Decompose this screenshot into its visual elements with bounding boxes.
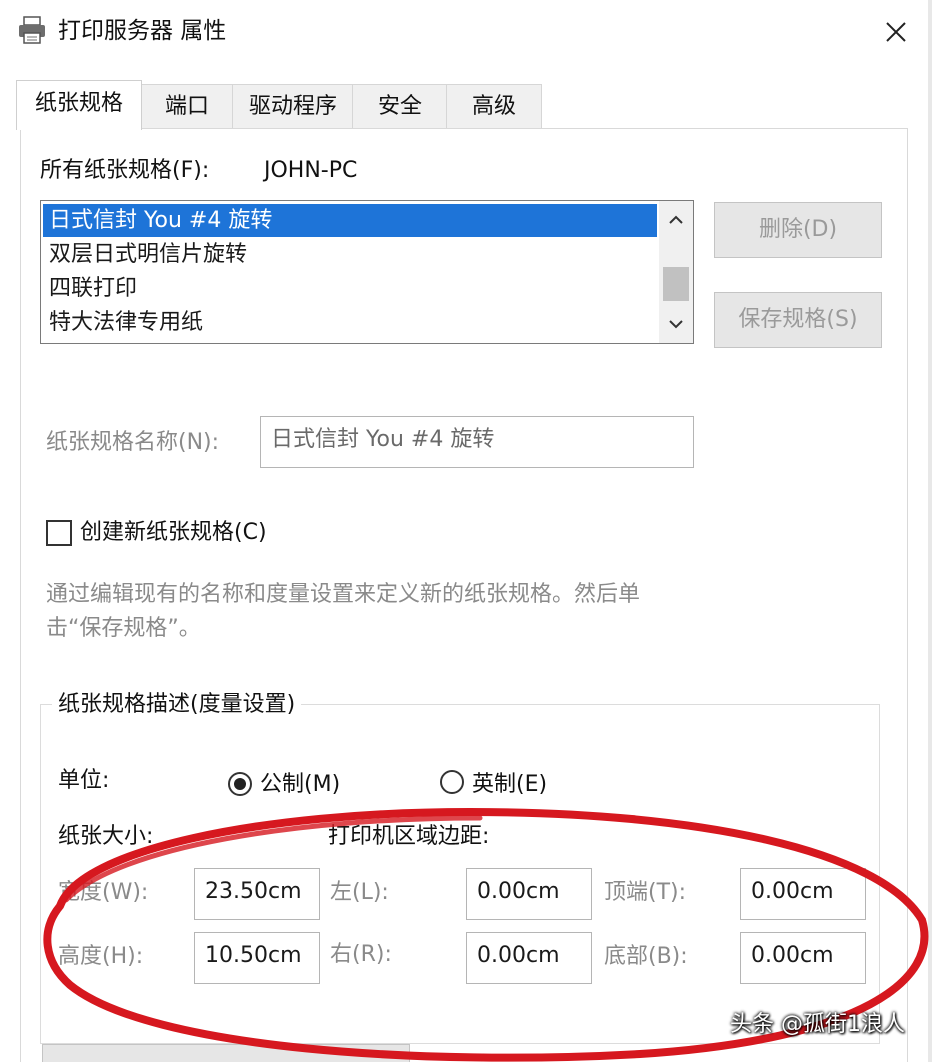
english-label[interactable]: 英制(E) bbox=[472, 770, 547, 800]
top-margin-label: 顶端(T): bbox=[604, 880, 687, 905]
hint-text-line2: 击“保存规格”。 bbox=[46, 616, 201, 641]
tab-forms[interactable]: 纸张规格 bbox=[16, 80, 142, 130]
metric-radio[interactable] bbox=[228, 772, 252, 796]
right-margin-field[interactable]: 0.00cm bbox=[466, 932, 592, 984]
group-title: 纸张规格描述(度量设置) bbox=[52, 690, 302, 720]
list-item[interactable]: 特大法律专用纸 bbox=[43, 306, 657, 339]
bottom-margin-field[interactable]: 0.00cm bbox=[740, 932, 866, 984]
create-new-form-checkbox[interactable] bbox=[46, 520, 72, 546]
paper-size-label: 纸张大小: bbox=[58, 824, 154, 849]
printer-margins-label: 打印机区域边距: bbox=[328, 824, 490, 849]
form-name-label: 纸张规格名称(N): bbox=[46, 430, 220, 455]
english-radio[interactable] bbox=[440, 770, 464, 794]
create-new-form-label[interactable]: 创建新纸张规格(C) bbox=[80, 518, 267, 548]
print-server-properties-window: 打印服务器 属性 纸张规格 端口 驱动程序 安全 高级 所有纸张规格(F): J… bbox=[0, 0, 932, 1062]
chevron-down-icon[interactable] bbox=[663, 311, 689, 337]
left-margin-field[interactable]: 0.00cm bbox=[466, 868, 592, 920]
server-name: JOHN-PC bbox=[264, 158, 358, 183]
form-name-field[interactable]: 日式信封 You #4 旋转 bbox=[260, 416, 694, 468]
top-margin-field[interactable]: 0.00cm bbox=[740, 868, 866, 920]
right-margin-label: 右(R): bbox=[330, 942, 392, 967]
tab-security[interactable]: 安全 bbox=[352, 84, 448, 128]
list-item[interactable]: 双层日式明信片旋转 bbox=[43, 238, 657, 271]
window-edge bbox=[928, 0, 932, 1062]
width-field[interactable]: 23.50cm bbox=[194, 868, 320, 920]
bottom-margin-label: 底部(B): bbox=[604, 944, 688, 969]
delete-button[interactable]: 删除(D) bbox=[714, 202, 882, 258]
all-forms-label: 所有纸张规格(F): bbox=[40, 158, 210, 183]
hint-text-line1: 通过编辑现有的名称和度量设置来定义新的纸张规格。然后单 bbox=[46, 582, 641, 607]
printer-icon bbox=[19, 16, 45, 44]
left-margin-label: 左(L): bbox=[330, 880, 389, 905]
change-form-settings-button[interactable] bbox=[42, 1044, 410, 1062]
scroll-thumb[interactable] bbox=[663, 267, 689, 301]
title-bar: 打印服务器 属性 bbox=[0, 0, 932, 62]
units-label: 单位: bbox=[58, 768, 110, 793]
list-item[interactable]: 四联打印 bbox=[43, 272, 657, 305]
height-field[interactable]: 10.50cm bbox=[194, 932, 320, 984]
tab-strip: 纸张规格 端口 驱动程序 安全 高级 bbox=[0, 80, 932, 130]
chevron-up-icon[interactable] bbox=[663, 207, 689, 233]
tab-advanced[interactable]: 高级 bbox=[446, 84, 542, 128]
list-item[interactable]: 日式信封 You #4 旋转 bbox=[43, 204, 657, 237]
height-label: 高度(H): bbox=[58, 944, 144, 969]
radio-selected-dot bbox=[234, 778, 246, 790]
width-label: 宽度(W): bbox=[58, 880, 149, 905]
save-form-button[interactable]: 保存规格(S) bbox=[714, 292, 882, 348]
tab-drivers[interactable]: 驱动程序 bbox=[232, 84, 354, 128]
list-scrollbar[interactable] bbox=[659, 201, 693, 343]
window-title: 打印服务器 属性 bbox=[58, 18, 227, 44]
metric-label[interactable]: 公制(M) bbox=[260, 770, 340, 800]
tab-ports[interactable]: 端口 bbox=[140, 84, 234, 128]
close-icon[interactable] bbox=[878, 14, 914, 50]
forms-list[interactable]: 日式信封 You #4 旋转 双层日式明信片旋转 四联打印 特大法律专用纸 bbox=[40, 200, 694, 344]
watermark-text: 头条 @孤街1浪人 bbox=[730, 1012, 905, 1037]
